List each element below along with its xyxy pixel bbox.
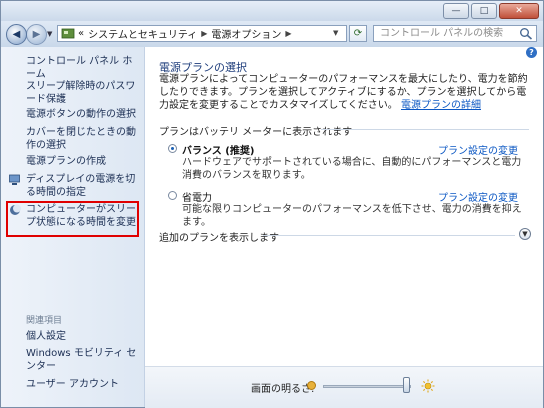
sidebar-item-power-button[interactable]: 電源ボタンの動作の選択 [26, 108, 138, 121]
plan-balanced-name[interactable]: バランス (推奨) [182, 142, 254, 157]
dim-sun-icon [307, 381, 316, 390]
related-header: 関連項目 [26, 316, 63, 326]
radio-balanced[interactable] [168, 144, 177, 153]
control-panel-icon [61, 28, 75, 39]
brightness-bar: 画面の明るさ: [145, 366, 543, 408]
window-controls: — □ ✕ [443, 3, 539, 19]
bright-sun-icon [421, 379, 435, 393]
page-description: 電源プランによってコンピューターのパフォーマンスを最大にしたり、電力を節約したり… [159, 73, 531, 112]
radio-power-saver[interactable] [168, 191, 177, 200]
address-history-chevron-icon[interactable]: ▼ [333, 29, 338, 37]
breadcrumb-separator-icon[interactable]: ▶ [285, 29, 291, 38]
power-plan-details-link[interactable]: 電源プランの詳細 [401, 100, 481, 111]
maximize-button[interactable]: □ [471, 3, 497, 19]
breadcrumb-separator-icon[interactable]: ▶ [201, 29, 207, 38]
brightness-slider-thumb[interactable] [403, 377, 411, 393]
brightness-label: 画面の明るさ: [251, 384, 315, 395]
plan-power-saver-name[interactable]: 省電力 [182, 189, 212, 204]
sidebar-item-wake-password[interactable]: スリープ解除時のパスワード保護 [26, 80, 138, 106]
sidebar-item-user-accounts[interactable]: ユーザー アカウント [26, 378, 138, 391]
plan-balanced-desc: ハードウェアでサポートされている場合に、自動的にパフォーマンスと電力消費のバラン… [182, 157, 522, 181]
highlight-annotation [6, 201, 139, 237]
power-saver-change-settings-link[interactable]: プラン設定の変更 [438, 189, 518, 204]
divider [263, 235, 515, 236]
control-panel-window: — □ ✕ ◀ ▶ ▼ « システムとセキュリティ ▶ 電源オプション ▶ ▼ … [0, 0, 544, 408]
brightness-slider[interactable] [323, 385, 411, 388]
sidebar-item-home[interactable]: コントロール パネル ホーム [26, 55, 138, 81]
breadcrumb-system-security[interactable]: システムとセキュリティ [88, 26, 197, 41]
main-content: ? 電源プランの選択 電源プランによってコンピューターのパフォーマンスを最大にし… [145, 47, 543, 407]
breadcrumb-power-options[interactable]: 電源オプション [211, 26, 281, 41]
address-field[interactable]: « システムとセキュリティ ▶ 電源オプション ▶ [57, 25, 347, 42]
sidebar-item-personalize[interactable]: 個人設定 [26, 330, 138, 343]
plan-power-saver-desc: 可能な限りコンピューターのパフォーマンスを低下させ、電力の消費を抑えます。 [182, 204, 522, 228]
search-icon[interactable] [519, 27, 533, 40]
expand-chevron-down-icon[interactable]: ▼ [519, 228, 531, 240]
sidebar-item-mobility-center[interactable]: Windows モビリティ センター [26, 347, 138, 373]
balanced-change-settings-link[interactable]: プラン設定の変更 [438, 142, 518, 157]
close-button[interactable]: ✕ [499, 3, 539, 19]
address-bar: ◀ ▶ ▼ « システムとセキュリティ ▶ 電源オプション ▶ ▼ ⟳ コントロ… [1, 21, 543, 48]
search-placeholder: コントロール パネルの検索 [380, 28, 504, 39]
breadcrumb-prefix[interactable]: « [78, 28, 84, 39]
sidebar-item-lid-close[interactable]: カバーを閉じたときの動作の選択 [26, 126, 138, 152]
minimize-button[interactable]: — [443, 3, 469, 19]
sidebar-item-create-plan[interactable]: 電源プランの作成 [26, 155, 138, 168]
help-icon[interactable]: ? [526, 47, 537, 58]
battery-meter-group-label: プランはバッテリ メーターに表示されます [159, 127, 353, 138]
forward-button[interactable]: ▶ [26, 24, 47, 45]
title-bar[interactable]: — □ ✕ [1, 1, 543, 21]
recent-pages-dropdown[interactable]: ▼ [47, 30, 52, 38]
refresh-button[interactable]: ⟳ [349, 25, 367, 42]
divider [321, 129, 529, 130]
back-button[interactable]: ◀ [6, 24, 27, 45]
sidebar-item-display-off[interactable]: ディスプレイの電源を切る時間の指定 [26, 173, 138, 199]
show-more-plans-label[interactable]: 追加のプランを表示します [159, 229, 279, 244]
search-input[interactable]: コントロール パネルの検索 [373, 25, 537, 42]
display-shield-icon [9, 174, 20, 185]
